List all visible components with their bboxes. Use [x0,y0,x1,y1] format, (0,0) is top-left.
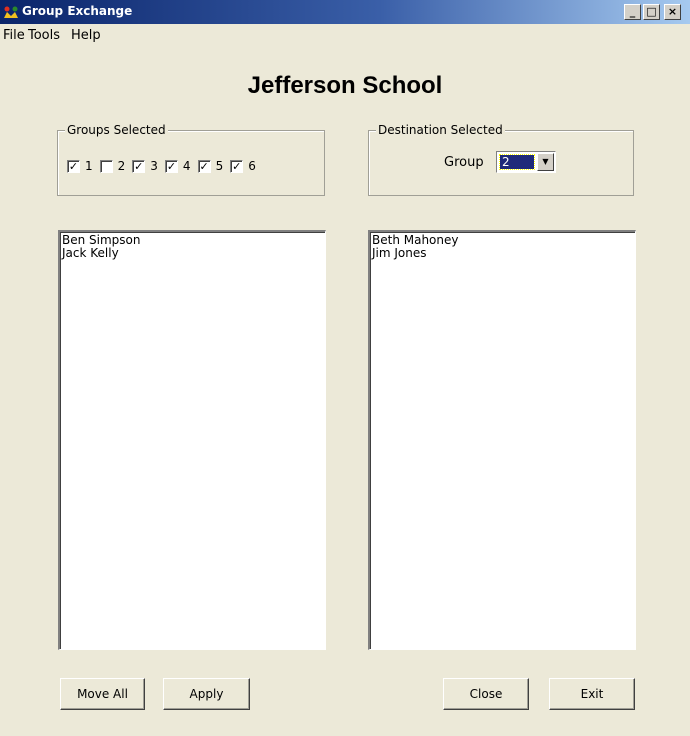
checkbox-label: 6 [248,159,256,173]
checkbox-box[interactable]: ✓ [197,159,211,173]
group-2-checkbox[interactable]: 2 [99,159,126,173]
checkbox-label: 5 [215,159,224,173]
close-icon: × [667,5,678,18]
move-all-button[interactable]: Move All [60,678,145,710]
close-button[interactable]: Close [443,678,529,710]
checkbox-label: 4 [182,159,191,173]
destination-selected-box: Destination Selected Group 2 ▼ [368,123,634,196]
window-title: Group Exchange [22,4,133,18]
minimize-button[interactable]: _ [624,4,641,20]
source-group-list[interactable]: Ben Simpson Jack Kelly [58,230,326,650]
maximize-button[interactable]: □ [643,4,660,20]
group-1-checkbox[interactable]: ✓ 1 [67,159,93,173]
destination-selected-legend: Destination Selected [376,123,505,137]
menu-bar: File Tools Help [0,24,690,46]
selected-group-value: 2 [499,154,535,170]
minimize-icon: _ [629,5,636,18]
group-3-checkbox[interactable]: ✓ 3 [132,159,158,173]
menu-file[interactable]: File [3,28,25,43]
menu-help[interactable]: Help [71,28,101,43]
checkbox-label: 1 [85,159,93,173]
exit-button[interactable]: Exit [549,678,635,710]
school-title: Jefferson School [247,72,443,99]
checkbox-label: 2 [117,159,126,173]
close-window-button[interactable]: × [664,4,681,20]
list-item[interactable]: Jim Jones [372,247,633,260]
apply-button[interactable]: Apply [163,678,250,710]
group-4-checkbox[interactable]: ✓ 4 [164,159,191,173]
maximize-icon: □ [646,5,657,18]
checkbox-box[interactable]: ✓ [132,159,146,173]
checkbox-box[interactable]: ✓ [67,159,80,173]
dropdown-button[interactable]: ▼ [537,153,554,171]
list-item[interactable]: Jack Kelly [62,247,323,260]
checkbox-label: 3 [150,159,158,173]
group-label: Group [444,155,484,170]
destination-group-list[interactable]: Beth Mahoney Jim Jones [368,230,636,650]
checkbox-box[interactable]: ✓ [230,159,244,173]
title-bar[interactable]: Group Exchange _ □ × [0,0,690,24]
menu-tools[interactable]: Tools [28,28,60,43]
group-5-checkbox[interactable]: ✓ 5 [197,159,224,173]
group-checkboxes: ✓ 1 2 ✓ 3 ✓ 4 ✓ 5 ✓ 6 [67,159,263,173]
app-icon [4,6,18,18]
destination-group-select[interactable]: 2 ▼ [496,151,556,173]
checkbox-box[interactable]: ✓ [164,159,178,173]
chevron-down-icon: ▼ [542,157,549,166]
group-6-checkbox[interactable]: ✓ 6 [230,159,256,173]
groups-selected-legend: Groups Selected [65,123,168,137]
checkbox-box[interactable] [99,159,113,173]
groups-selected-box: Groups Selected ✓ 1 2 ✓ 3 ✓ 4 ✓ 5 ✓ 6 [57,123,325,196]
